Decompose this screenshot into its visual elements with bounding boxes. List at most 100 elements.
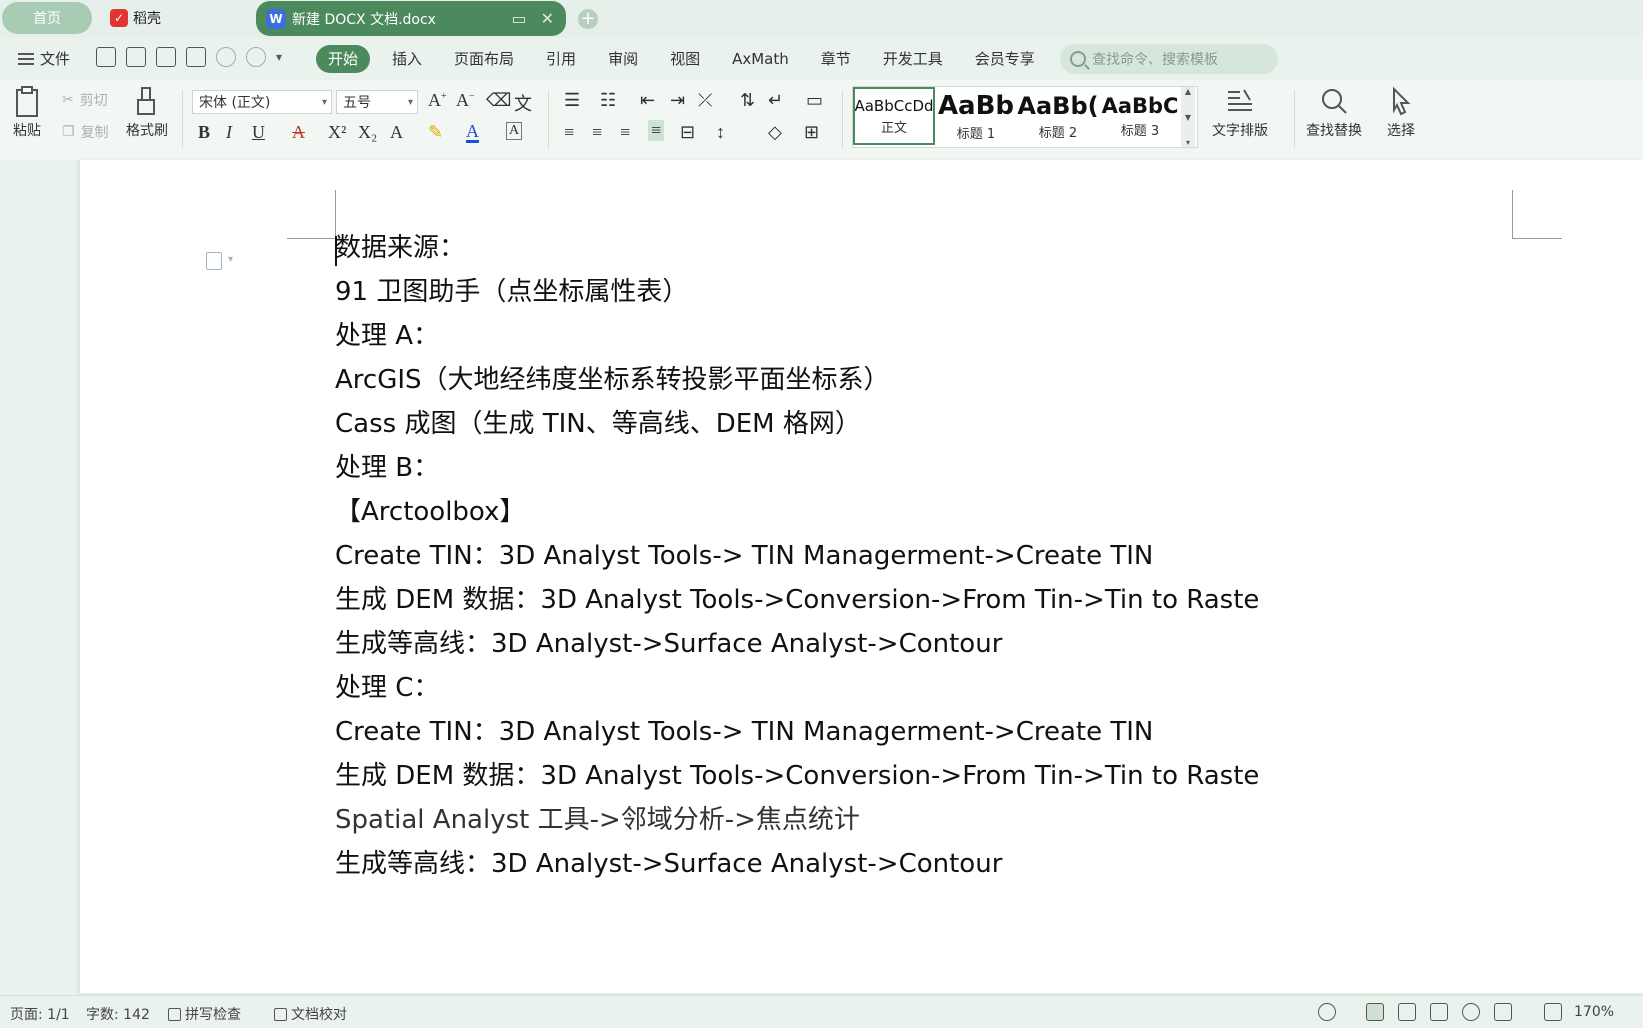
styles-scroll[interactable]: ▲ ▼ ▾ [1181, 87, 1195, 147]
style-label: 标题 3 [1120, 123, 1160, 139]
underline-icon[interactable]: U [252, 122, 265, 143]
text-layout-button[interactable]: 文字排版 [1212, 86, 1268, 140]
customize-toolbar-icon[interactable]: ▾ [276, 50, 282, 64]
format-painter-label: 格式刷 [126, 123, 168, 139]
tab-references[interactable]: 引用 [530, 45, 592, 73]
show-marks-icon[interactable]: ↵ [768, 90, 783, 111]
format-painter-button[interactable]: 格式刷 [126, 86, 168, 140]
doc-line: Create TIN：3D Analyst Tools-> TIN Manage… [335, 717, 1154, 747]
document-content[interactable]: 数据来源： 91 卫图助手（点坐标属性表） 处理 A： ArcGIS（大地经纬度… [335, 226, 1535, 886]
ribbon-tabs: 开始 插入 页面布局 引用 审阅 视图 AxMath 章节 开发工具 会员专享 [316, 44, 1051, 74]
page-indicator[interactable]: 页面: 1/1 [10, 1004, 70, 1024]
document-page[interactable]: ▾ 数据来源： 91 卫图助手（点坐标属性表） 处理 A： ArcGIS（大地经… [80, 160, 1643, 993]
decrease-font-icon[interactable]: A− [456, 90, 475, 111]
expand-icon[interactable]: ▾ [1186, 138, 1190, 147]
bullet-list-icon[interactable]: ☰ [564, 90, 580, 111]
document-outline-icon[interactable] [206, 252, 222, 270]
print-icon[interactable] [156, 47, 176, 67]
justify-icon[interactable]: ≡ [648, 120, 665, 141]
numbered-list-icon[interactable]: ☷ [600, 90, 616, 111]
font-name-value: 宋体 (正文) [199, 95, 271, 111]
chevron-down-icon[interactable]: ▾ [228, 254, 233, 265]
fit-page-icon[interactable] [1544, 1003, 1562, 1021]
tab-review[interactable]: 审阅 [592, 45, 654, 73]
strikethrough-icon[interactable]: A [292, 122, 305, 143]
select-label: 选择 [1387, 123, 1415, 139]
tab-axmath[interactable]: AxMath [716, 45, 805, 73]
phonetic-guide-icon[interactable]: 文 [514, 90, 532, 116]
spell-check-button[interactable]: 拼写检查 [168, 1004, 241, 1024]
hamburger-icon [18, 52, 34, 65]
line-spacing-icon[interactable]: ↕ [716, 122, 725, 143]
bold-icon[interactable]: B [198, 122, 210, 143]
tab-daoke[interactable]: ✓ 稻壳 [104, 0, 244, 36]
style-heading-3[interactable]: AaBbC 标题 3 [1099, 87, 1181, 145]
command-search-input[interactable]: 查找命令、搜索模板 [1060, 44, 1278, 74]
borders-icon[interactable]: ⊞ [804, 122, 819, 143]
eye-protection-icon[interactable] [1318, 1003, 1336, 1021]
subscript-icon[interactable]: X₂ [358, 122, 377, 143]
doc-proof-button[interactable]: 文档校对 [274, 1004, 347, 1024]
align-left-icon[interactable]: ≡ [564, 122, 574, 143]
style-heading-2[interactable]: AaBb( 标题 2 [1017, 87, 1099, 145]
save-icon[interactable] [96, 47, 116, 67]
outline-view-icon[interactable] [1398, 1003, 1416, 1021]
tab-view[interactable]: 视图 [654, 45, 716, 73]
font-name-select[interactable]: 宋体 (正文) [192, 90, 332, 114]
style-heading-1[interactable]: AaBb 标题 1 [935, 87, 1017, 145]
find-replace-button[interactable]: 查找替换 [1306, 86, 1362, 140]
proof-icon [274, 1008, 287, 1021]
style-normal[interactable]: AaBbCcDd 正文 [853, 87, 935, 145]
align-right-icon[interactable]: ≡ [620, 122, 630, 143]
print-preview-icon[interactable] [186, 47, 206, 67]
file-menu-button[interactable]: 文件 [18, 48, 70, 69]
redo-icon[interactable] [246, 47, 266, 67]
tab-document[interactable]: W 新建 DOCX 文档.docx ▭ ✕ [256, 1, 566, 36]
superscript-icon[interactable]: X² [328, 122, 346, 143]
align-center-icon[interactable]: ≡ [592, 122, 602, 143]
font-size-select[interactable]: 五号 [336, 90, 418, 114]
ruler-icon[interactable]: ▭ [806, 90, 823, 111]
increase-indent-icon[interactable]: ⇥ [670, 90, 685, 111]
chinese-layout-icon[interactable]: ⤫ [698, 90, 712, 111]
tab-member[interactable]: 会员专享 [959, 45, 1051, 73]
select-button[interactable]: 选择 [1386, 86, 1416, 140]
font-color-icon[interactable]: A [466, 122, 479, 143]
screen-icon[interactable]: ▭ [511, 9, 526, 28]
italic-icon[interactable]: I [226, 122, 232, 143]
doc-line: 处理 A： [335, 321, 440, 351]
tab-developer[interactable]: 开发工具 [867, 45, 959, 73]
font-size-value: 五号 [343, 95, 371, 111]
distributed-icon[interactable]: ⊟ [680, 122, 695, 143]
new-tab-button[interactable]: + [578, 9, 598, 29]
tab-start[interactable]: 开始 [316, 45, 371, 73]
highlight-icon[interactable]: ✎ [428, 122, 443, 143]
decrease-indent-icon[interactable]: ⇤ [640, 90, 655, 111]
page-view-icon[interactable] [1366, 1003, 1384, 1021]
shading-icon[interactable]: ◇ [768, 122, 782, 143]
tab-page-layout[interactable]: 页面布局 [438, 45, 530, 73]
word-count[interactable]: 字数: 142 [86, 1004, 150, 1024]
undo-icon[interactable] [216, 47, 236, 67]
export-pdf-icon[interactable] [126, 47, 146, 67]
tab-home[interactable]: 首页 [2, 2, 92, 34]
clear-format-icon[interactable]: ⌫ [486, 90, 511, 111]
reading-view-icon[interactable] [1430, 1003, 1448, 1021]
chevron-down-icon[interactable]: ▼ [1185, 113, 1191, 122]
zoom-level[interactable]: 170% [1574, 1004, 1614, 1020]
increase-font-icon[interactable]: A+ [428, 90, 447, 111]
char-border-icon[interactable]: A [506, 122, 523, 140]
chevron-up-icon[interactable]: ▲ [1185, 87, 1191, 96]
web-view-icon[interactable] [1462, 1003, 1480, 1021]
writer-doc-icon: W [266, 8, 286, 29]
text-effect-icon[interactable]: A [390, 122, 403, 143]
cut-button[interactable]: ✂ 剪切 [62, 90, 108, 110]
tab-insert[interactable]: 插入 [376, 45, 438, 73]
doc-line: 生成 DEM 数据：3D Analyst Tools->Conversion->… [335, 585, 1260, 615]
copy-button[interactable]: ❐ 复制 [62, 122, 109, 142]
close-icon[interactable]: ✕ [541, 9, 554, 28]
paste-button[interactable]: 粘贴 [12, 86, 42, 140]
write-mode-icon[interactable] [1494, 1003, 1512, 1021]
tab-chapter[interactable]: 章节 [805, 45, 867, 73]
sort-icon[interactable]: ⇅ [740, 90, 755, 111]
